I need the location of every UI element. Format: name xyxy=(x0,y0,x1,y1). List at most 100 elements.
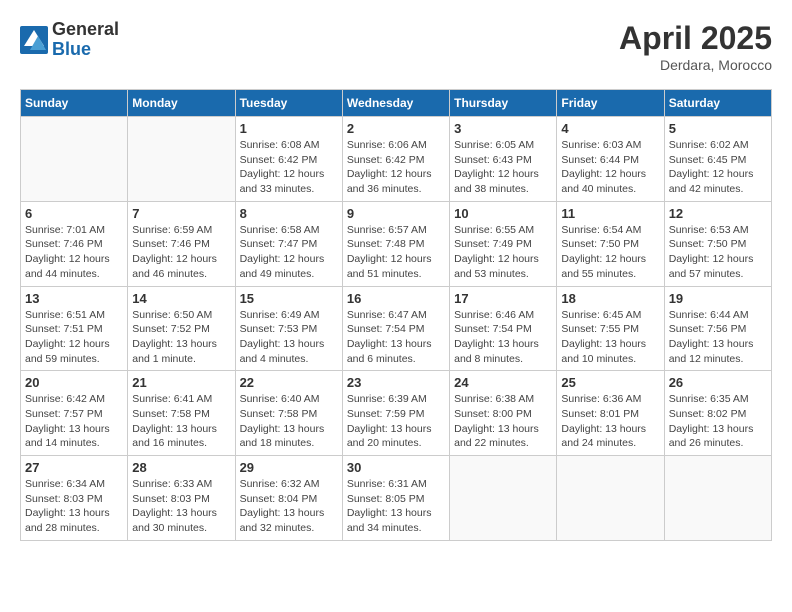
day-info: Sunrise: 6:42 AMSunset: 7:57 PMDaylight:… xyxy=(25,392,123,451)
day-info: Sunrise: 6:33 AMSunset: 8:03 PMDaylight:… xyxy=(132,477,230,536)
day-info: Sunrise: 6:03 AMSunset: 6:44 PMDaylight:… xyxy=(561,138,659,197)
day-number: 22 xyxy=(240,375,338,390)
calendar-cell: 4 Sunrise: 6:03 AMSunset: 6:44 PMDaylight… xyxy=(557,117,664,202)
day-number: 30 xyxy=(347,460,445,475)
day-number: 5 xyxy=(669,121,767,136)
day-number: 12 xyxy=(669,206,767,221)
day-number: 21 xyxy=(132,375,230,390)
calendar-cell xyxy=(450,456,557,541)
calendar-week-row: 13Sunrise: 6:51 AMSunset: 7:51 PMDayligh… xyxy=(21,286,772,371)
day-number: 3 xyxy=(454,121,552,136)
calendar-cell: 29 Sunrise: 6:32 AMSunset: 8:04 PMDayligh… xyxy=(235,456,342,541)
calendar-week-row: 20 Sunrise: 6:42 AMSunset: 7:57 PMDayligh… xyxy=(21,371,772,456)
calendar-cell: 18Sunrise: 6:45 AMSunset: 7:55 PMDayligh… xyxy=(557,286,664,371)
calendar-cell: 9Sunrise: 6:57 AMSunset: 7:48 PMDaylight… xyxy=(342,201,449,286)
day-info: Sunrise: 6:36 AMSunset: 8:01 PMDaylight:… xyxy=(561,392,659,451)
calendar-cell: 28 Sunrise: 6:33 AMSunset: 8:03 PMDayligh… xyxy=(128,456,235,541)
calendar-week-row: 1Sunrise: 6:08 AMSunset: 6:42 PMDaylight… xyxy=(21,117,772,202)
calendar-cell xyxy=(128,117,235,202)
day-info: Sunrise: 6:05 AMSunset: 6:43 PMDaylight:… xyxy=(454,138,552,197)
weekday-header-friday: Friday xyxy=(557,90,664,117)
weekday-header-sunday: Sunday xyxy=(21,90,128,117)
calendar-cell: 8 Sunrise: 6:58 AMSunset: 7:47 PMDaylight… xyxy=(235,201,342,286)
calendar-cell: 26Sunrise: 6:35 AMSunset: 8:02 PMDayligh… xyxy=(664,371,771,456)
calendar-cell: 6 Sunrise: 7:01 AMSunset: 7:46 PMDaylight… xyxy=(21,201,128,286)
day-info: Sunrise: 6:59 AMSunset: 7:46 PMDaylight:… xyxy=(132,223,230,282)
calendar-cell: 2 Sunrise: 6:06 AMSunset: 6:42 PMDaylight… xyxy=(342,117,449,202)
calendar-cell: 25Sunrise: 6:36 AMSunset: 8:01 PMDayligh… xyxy=(557,371,664,456)
day-number: 17 xyxy=(454,291,552,306)
day-info: Sunrise: 6:51 AMSunset: 7:51 PMDaylight:… xyxy=(25,308,123,367)
day-number: 20 xyxy=(25,375,123,390)
day-number: 4 xyxy=(561,121,659,136)
weekday-header-wednesday: Wednesday xyxy=(342,90,449,117)
calendar-cell: 20 Sunrise: 6:42 AMSunset: 7:57 PMDayligh… xyxy=(21,371,128,456)
month-title: April 2025 xyxy=(619,20,772,57)
day-info: Sunrise: 7:01 AMSunset: 7:46 PMDaylight:… xyxy=(25,223,123,282)
day-number: 7 xyxy=(132,206,230,221)
day-number: 6 xyxy=(25,206,123,221)
calendar-cell: 15 Sunrise: 6:49 AMSunset: 7:53 PMDayligh… xyxy=(235,286,342,371)
day-info: Sunrise: 6:32 AMSunset: 8:04 PMDaylight:… xyxy=(240,477,338,536)
day-info: Sunrise: 6:47 AMSunset: 7:54 PMDaylight:… xyxy=(347,308,445,367)
day-info: Sunrise: 6:46 AMSunset: 7:54 PMDaylight:… xyxy=(454,308,552,367)
calendar-cell xyxy=(664,456,771,541)
day-number: 28 xyxy=(132,460,230,475)
title-block: April 2025 Derdara, Morocco xyxy=(619,20,772,73)
calendar-cell: 13Sunrise: 6:51 AMSunset: 7:51 PMDayligh… xyxy=(21,286,128,371)
calendar-cell: 14 Sunrise: 6:50 AMSunset: 7:52 PMDayligh… xyxy=(128,286,235,371)
day-info: Sunrise: 6:41 AMSunset: 7:58 PMDaylight:… xyxy=(132,392,230,451)
calendar-cell xyxy=(557,456,664,541)
calendar-cell: 16Sunrise: 6:47 AMSunset: 7:54 PMDayligh… xyxy=(342,286,449,371)
day-info: Sunrise: 6:06 AMSunset: 6:42 PMDaylight:… xyxy=(347,138,445,197)
day-info: Sunrise: 6:31 AMSunset: 8:05 PMDaylight:… xyxy=(347,477,445,536)
day-info: Sunrise: 6:54 AMSunset: 7:50 PMDaylight:… xyxy=(561,223,659,282)
weekday-header-row: SundayMondayTuesdayWednesdayThursdayFrid… xyxy=(21,90,772,117)
day-number: 9 xyxy=(347,206,445,221)
day-info: Sunrise: 6:49 AMSunset: 7:53 PMDaylight:… xyxy=(240,308,338,367)
day-number: 24 xyxy=(454,375,552,390)
location: Derdara, Morocco xyxy=(619,57,772,73)
day-info: Sunrise: 6:50 AMSunset: 7:52 PMDaylight:… xyxy=(132,308,230,367)
calendar-cell: 12 Sunrise: 6:53 AMSunset: 7:50 PMDayligh… xyxy=(664,201,771,286)
calendar-cell: 10 Sunrise: 6:55 AMSunset: 7:49 PMDayligh… xyxy=(450,201,557,286)
day-number: 19 xyxy=(669,291,767,306)
day-info: Sunrise: 6:44 AMSunset: 7:56 PMDaylight:… xyxy=(669,308,767,367)
weekday-header-saturday: Saturday xyxy=(664,90,771,117)
day-info: Sunrise: 6:45 AMSunset: 7:55 PMDaylight:… xyxy=(561,308,659,367)
day-number: 14 xyxy=(132,291,230,306)
day-number: 10 xyxy=(454,206,552,221)
day-number: 11 xyxy=(561,206,659,221)
day-info: Sunrise: 6:02 AMSunset: 6:45 PMDaylight:… xyxy=(669,138,767,197)
day-info: Sunrise: 6:53 AMSunset: 7:50 PMDaylight:… xyxy=(669,223,767,282)
weekday-header-monday: Monday xyxy=(128,90,235,117)
day-info: Sunrise: 6:38 AMSunset: 8:00 PMDaylight:… xyxy=(454,392,552,451)
calendar-cell: 19 Sunrise: 6:44 AMSunset: 7:56 PMDayligh… xyxy=(664,286,771,371)
day-number: 15 xyxy=(240,291,338,306)
day-info: Sunrise: 6:40 AMSunset: 7:58 PMDaylight:… xyxy=(240,392,338,451)
logo-icon xyxy=(20,26,48,54)
calendar-cell: 3 Sunrise: 6:05 AMSunset: 6:43 PMDaylight… xyxy=(450,117,557,202)
calendar-cell: 21 Sunrise: 6:41 AMSunset: 7:58 PMDayligh… xyxy=(128,371,235,456)
day-number: 23 xyxy=(347,375,445,390)
day-info: Sunrise: 6:34 AMSunset: 8:03 PMDaylight:… xyxy=(25,477,123,536)
weekday-header-tuesday: Tuesday xyxy=(235,90,342,117)
day-info: Sunrise: 6:39 AMSunset: 7:59 PMDaylight:… xyxy=(347,392,445,451)
day-info: Sunrise: 6:55 AMSunset: 7:49 PMDaylight:… xyxy=(454,223,552,282)
weekday-header-thursday: Thursday xyxy=(450,90,557,117)
day-info: Sunrise: 6:58 AMSunset: 7:47 PMDaylight:… xyxy=(240,223,338,282)
day-number: 26 xyxy=(669,375,767,390)
day-number: 29 xyxy=(240,460,338,475)
calendar-cell: 1Sunrise: 6:08 AMSunset: 6:42 PMDaylight… xyxy=(235,117,342,202)
day-number: 2 xyxy=(347,121,445,136)
day-number: 8 xyxy=(240,206,338,221)
calendar-cell: 22 Sunrise: 6:40 AMSunset: 7:58 PMDayligh… xyxy=(235,371,342,456)
calendar-week-row: 6 Sunrise: 7:01 AMSunset: 7:46 PMDaylight… xyxy=(21,201,772,286)
day-info: Sunrise: 6:08 AMSunset: 6:42 PMDaylight:… xyxy=(240,138,338,197)
logo: General Blue xyxy=(20,20,119,60)
calendar-cell xyxy=(21,117,128,202)
calendar-cell: 27Sunrise: 6:34 AMSunset: 8:03 PMDayligh… xyxy=(21,456,128,541)
calendar-cell: 17 Sunrise: 6:46 AMSunset: 7:54 PMDayligh… xyxy=(450,286,557,371)
calendar-cell: 23 Sunrise: 6:39 AMSunset: 7:59 PMDayligh… xyxy=(342,371,449,456)
logo-blue-text: Blue xyxy=(52,40,119,60)
